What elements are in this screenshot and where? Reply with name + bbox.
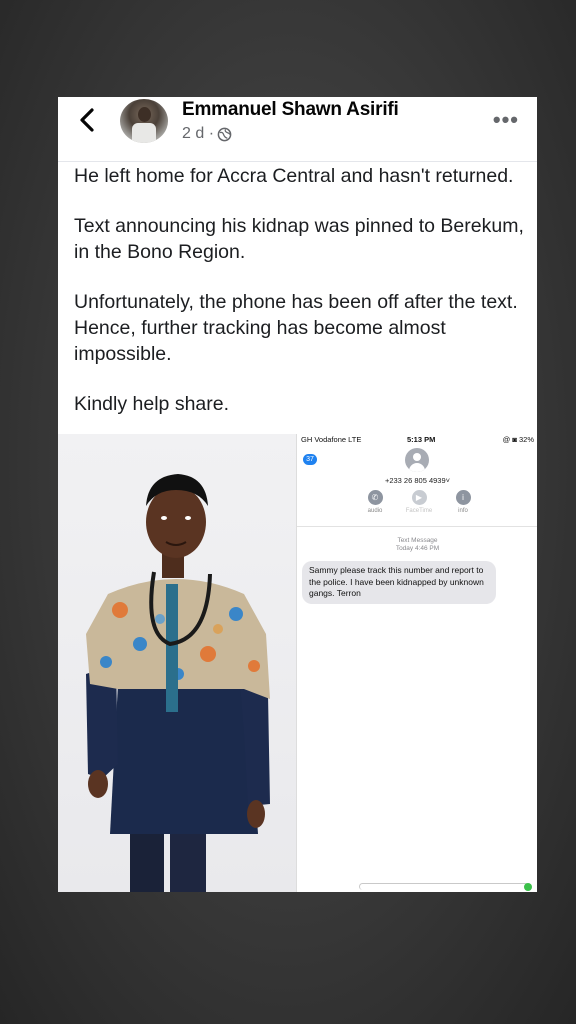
post-text: He left home for Accra Central and hasn'… <box>74 163 524 441</box>
video-icon: ▶ <box>411 490 427 505</box>
sender-number[interactable]: +233 26 805 4939˅ <box>297 476 537 485</box>
phone-icon: ✆ <box>367 490 383 505</box>
battery-label: @ ◙ 32% <box>502 435 534 444</box>
action-label: audio <box>367 508 383 514</box>
unread-badge[interactable]: 37 <box>303 454 317 465</box>
message-input[interactable] <box>359 883 529 890</box>
author-name[interactable]: Emmanuel Shawn Asirifi <box>182 99 399 121</box>
info-icon: i <box>455 490 471 505</box>
message-time-label: Today 4:46 PM <box>395 545 440 552</box>
audio-action[interactable]: ✆ audio <box>355 490 395 514</box>
facetime-action[interactable]: ▶ FaceTime <box>399 490 439 514</box>
post-time[interactable]: 2 d · <box>182 125 214 143</box>
sms-screenshot[interactable]: GH Vodafone LTE 5:13 PM @ ◙ 32% 37 +233 … <box>296 434 537 892</box>
post-paragraph: He left home for Accra Central and hasn'… <box>74 165 514 187</box>
post-paragraph: Unfortunately, the phone has been off af… <box>74 291 518 365</box>
phone-status-bar: GH Vodafone LTE 5:13 PM @ ◙ 32% <box>301 435 534 447</box>
post-paragraph: Text announcing his kidnap was pinned to… <box>74 215 524 263</box>
back-chevron-icon[interactable] <box>76 105 100 135</box>
post-header: Emmanuel Shawn Asirifi 2 d · ••• <box>58 97 537 162</box>
contact-actions: ✆ audio ▶ FaceTime i info <box>355 490 483 520</box>
person-illustration <box>86 474 270 892</box>
message-type-label: Text Message <box>397 537 438 544</box>
message-timestamp: Text Message Today 4:46 PM <box>297 537 537 553</box>
action-label: FaceTime <box>405 508 433 514</box>
carrier-label: GH Vodafone LTE <box>301 435 362 444</box>
author-avatar[interactable] <box>120 99 168 143</box>
compose-icons <box>301 885 341 890</box>
action-label: info <box>458 508 468 514</box>
contact-icon[interactable] <box>405 448 429 472</box>
facebook-post-card: Emmanuel Shawn Asirifi 2 d · ••• He left… <box>58 97 537 892</box>
post-paragraph: Kindly help share. <box>74 393 230 415</box>
send-icon[interactable] <box>524 883 532 891</box>
clock-label: 5:13 PM <box>407 435 436 444</box>
message-bubble[interactable]: Sammy please track this number and repor… <box>302 561 496 604</box>
post-meta: 2 d · <box>182 125 232 143</box>
info-action[interactable]: i info <box>443 490 483 514</box>
more-options-icon[interactable]: ••• <box>493 107 519 133</box>
missing-person-photo[interactable] <box>58 434 296 892</box>
globe-icon <box>217 127 232 141</box>
divider <box>297 526 537 527</box>
